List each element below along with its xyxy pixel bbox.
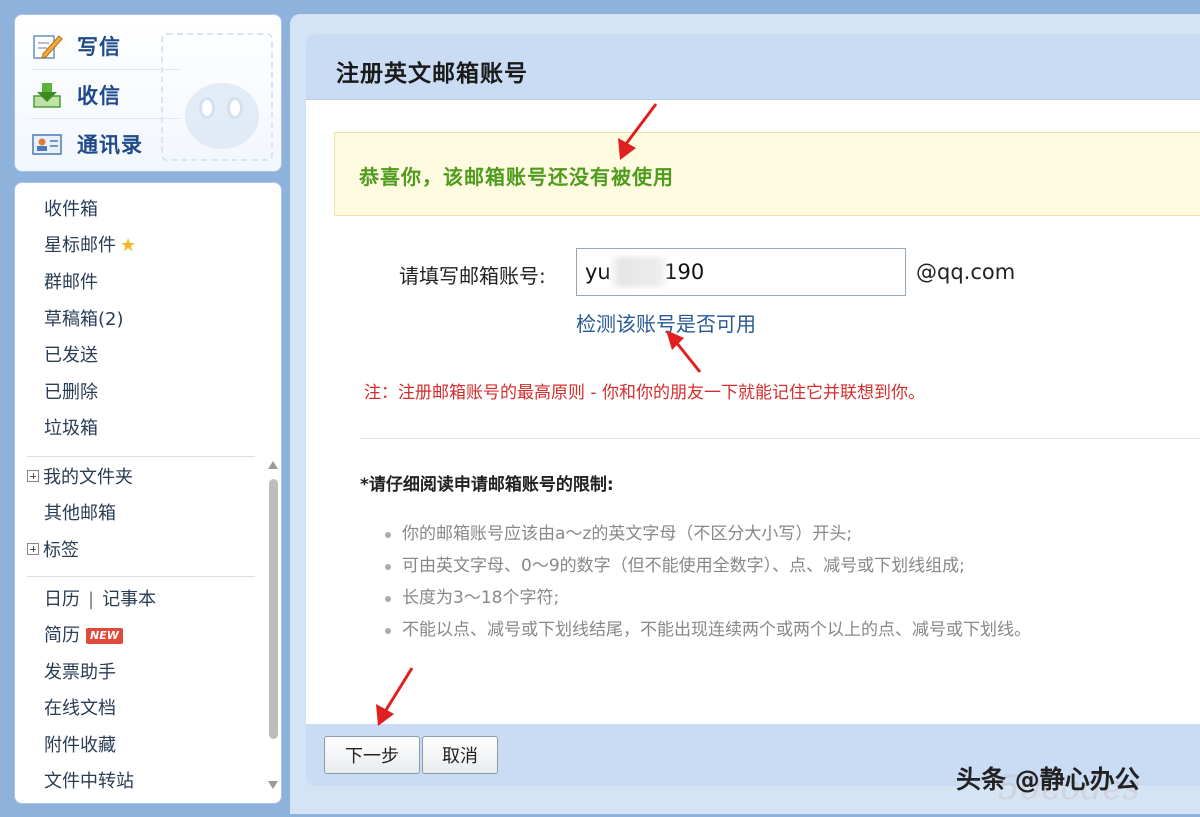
rule-item: 可由英文字母、0～9的数字（但不能使用全数字）、点、减号或下划线组成; <box>385 550 1031 582</box>
folder-sent[interactable]: 已发送 <box>44 343 98 369</box>
invoice-assistant-link[interactable]: 发票助手 <box>44 660 116 686</box>
compose-label: 写信 <box>77 35 121 59</box>
annotation-arrow-icon <box>666 330 702 373</box>
folder-drafts[interactable]: 草稿箱(2) <box>44 307 124 333</box>
folder-spam[interactable]: 垃圾箱 <box>44 416 98 442</box>
folder-tags[interactable]: 标签 <box>27 538 79 564</box>
folder-deleted[interactable]: 已删除 <box>44 380 98 406</box>
folder-starred[interactable]: 星标邮件 ★ <box>44 233 136 259</box>
contacts-label: 通讯录 <box>77 133 143 157</box>
domain-suffix: @qq.com <box>916 260 1016 284</box>
folder-group-mail[interactable]: 群邮件 <box>44 270 98 296</box>
folder-inbox[interactable]: 收件箱 <box>44 197 98 223</box>
expand-plus-icon[interactable] <box>27 543 39 555</box>
scroll-thumb[interactable] <box>269 479 278 739</box>
folder-list-panel: 收件箱 星标邮件 ★ 群邮件 草稿箱(2) 已发送 已删除 垃圾箱 我的文件夹 其… <box>14 182 282 804</box>
new-badge: NEW <box>86 628 123 644</box>
attachment-favorites-link[interactable]: 附件收藏 <box>44 733 116 759</box>
folder-scrollbar[interactable] <box>266 455 280 795</box>
next-step-button[interactable]: 下一步 <box>324 736 420 774</box>
privacy-blur-mask <box>608 257 670 287</box>
rule-item: 不能以点、减号或下划线结尾，不能出现连续两个或两个以上的点、减号或下划线。 <box>385 614 1031 646</box>
rules-title: *请仔细阅读申请邮箱账号的限制: <box>360 475 614 495</box>
scroll-up-icon[interactable] <box>268 461 278 469</box>
calendar-notepad-row: 日历 | 记事本 <box>44 587 156 613</box>
rule-item: 长度为3～18个字符; <box>385 582 1031 614</box>
folder-starred-label: 星标邮件 <box>44 235 116 256</box>
resume-label: 简历 <box>44 625 80 646</box>
pencil-paper-icon <box>31 31 63 61</box>
register-card: 注册英文邮箱账号 恭喜你，该邮箱账号还没有被使用 请填写邮箱账号: @qq.co… <box>306 34 1200 786</box>
separator: | <box>88 589 95 610</box>
card-header: 注册英文邮箱账号 <box>306 34 1200 100</box>
receive-mail-button[interactable]: 收信 <box>31 72 261 118</box>
quick-actions-panel: 写信 收信 通讯录 <box>14 14 282 172</box>
rule-item: 你的邮箱账号应该由a～z的英文字母（不区分大小写）开头; <box>385 518 1031 550</box>
author-watermark: 头条 @静心办公 <box>956 765 1140 794</box>
receive-mail-label: 收信 <box>77 84 121 108</box>
annotation-arrow-icon <box>376 667 414 726</box>
annotation-arrow-icon <box>618 103 658 160</box>
resume-link[interactable]: 简历 NEW <box>44 623 123 649</box>
folder-my-folders[interactable]: 我的文件夹 <box>27 465 133 491</box>
page-title: 注册英文邮箱账号 <box>336 61 528 87</box>
cancel-button[interactable]: 取消 <box>422 736 498 774</box>
compose-button[interactable]: 写信 <box>31 23 261 69</box>
file-transfer-link[interactable]: 文件中转站 <box>44 769 134 795</box>
scroll-down-icon[interactable] <box>268 781 278 789</box>
email-field-label: 请填写邮箱账号: <box>399 264 546 288</box>
contacts-button[interactable]: 通讯录 <box>31 121 261 167</box>
star-icon: ★ <box>120 235 137 256</box>
rules-list: 你的邮箱账号应该由a～z的英文字母（不区分大小写）开头; 可由英文字母、0～9的… <box>385 518 1031 646</box>
online-docs-link[interactable]: 在线文档 <box>44 696 116 722</box>
inbox-download-icon <box>31 80 63 110</box>
folder-other-mailbox[interactable]: 其他邮箱 <box>44 501 116 527</box>
calendar-link[interactable]: 日历 <box>44 589 80 610</box>
naming-note: 注：注册邮箱账号的最高原则 - 你和你的朋友一下就能记住它并联想到你。 <box>364 383 925 403</box>
section-divider <box>360 438 1200 439</box>
success-banner: 恭喜你，该邮箱账号还没有被使用 <box>334 132 1200 216</box>
contact-card-icon <box>31 129 63 159</box>
expand-plus-icon[interactable] <box>27 470 39 482</box>
my-folders-label: 我的文件夹 <box>43 467 133 488</box>
notepad-link[interactable]: 记事本 <box>102 589 156 610</box>
tags-label: 标签 <box>43 540 79 561</box>
